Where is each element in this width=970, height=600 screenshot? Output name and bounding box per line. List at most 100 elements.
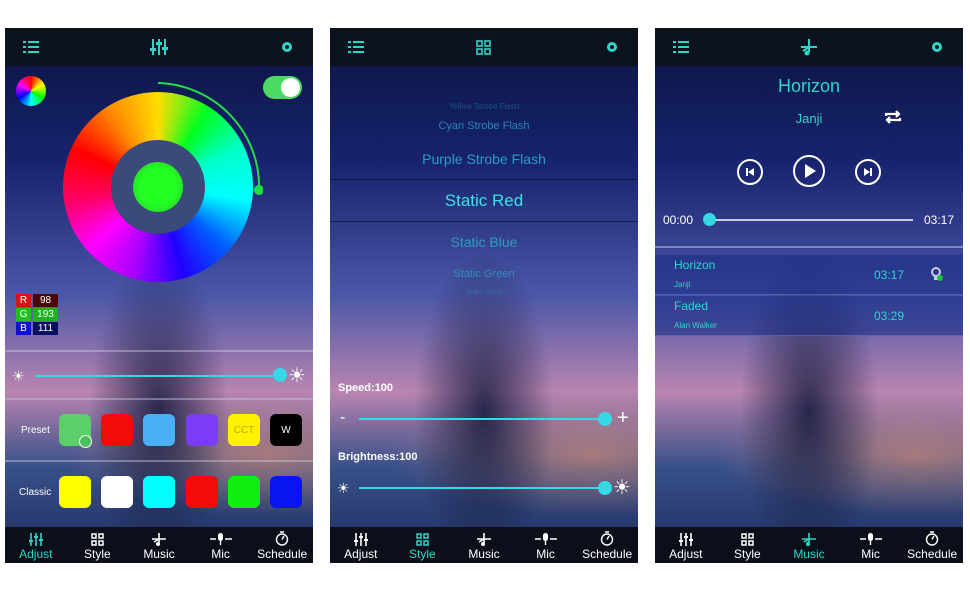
mode-option-selected[interactable]: Static Red — [330, 191, 638, 211]
classic-swatch[interactable] — [228, 476, 260, 508]
sun-large-icon: ☀ — [288, 365, 306, 387]
tab-mic[interactable]: Mic — [515, 527, 577, 563]
mode-option[interactable]: Purple Strobe Flash — [330, 151, 638, 167]
menu-list-icon[interactable] — [348, 41, 364, 53]
preset-swatch[interactable]: CCT — [228, 414, 260, 446]
blue-value: B 111 — [16, 322, 58, 335]
preset-label: Preset — [21, 425, 50, 436]
tab-music[interactable]: Music — [453, 527, 515, 563]
green-value: G 193 — [16, 308, 58, 321]
tab-adjust[interactable]: Adjust — [5, 527, 67, 563]
top-bar — [5, 28, 313, 66]
song-title: Horizon — [777, 76, 841, 96]
grid-icon — [476, 40, 491, 55]
sliders-icon — [353, 533, 368, 546]
menu-list-icon[interactable] — [23, 41, 39, 53]
playlist-item[interactable]: Faded Alan Walker 03:29 — [655, 296, 963, 336]
divider — [5, 398, 313, 400]
speed-plus-button[interactable]: + — [617, 407, 629, 430]
preset-swatch[interactable] — [143, 414, 175, 446]
adjust-screen: R 98 G 193 B 111 ☀ ☀ Preset CCT W Classic Ad… — [5, 28, 313, 563]
sun-small-icon: ☀ — [12, 368, 25, 384]
sliders-icon — [28, 533, 43, 546]
brightness-slider[interactable] — [35, 375, 280, 377]
tab-mic[interactable]: Mic — [190, 527, 252, 563]
tab-schedule[interactable]: Schedule — [901, 527, 963, 563]
microphone-icon — [209, 533, 232, 545]
tab-adjust[interactable]: Adjust — [330, 527, 392, 563]
playlist-item[interactable]: Horizon Janji 03:17 — [655, 255, 963, 295]
classic-swatch[interactable] — [101, 476, 133, 508]
next-button[interactable] — [855, 159, 881, 185]
mode-option[interactable]: Yellow Strobe Flash — [330, 102, 638, 111]
microphone-icon — [859, 533, 882, 545]
sliders-icon — [150, 39, 168, 55]
tab-label: Schedule — [582, 547, 633, 561]
tab-bar: Adjust Style Music Mic Schedule — [5, 527, 313, 563]
tab-label: Mic — [211, 547, 230, 561]
tab-adjust[interactable]: Adjust — [655, 527, 717, 563]
preset-swatch[interactable] — [186, 414, 218, 446]
gear-icon[interactable] — [931, 41, 943, 53]
style-screen: Yellow Strobe Flash Cyan Strobe Flash Pu… — [330, 28, 638, 563]
playlist-item-duration: 03:17 — [874, 268, 905, 282]
playlist-item-title: Horizon — [674, 258, 716, 272]
classic-swatch[interactable] — [143, 476, 175, 508]
divider — [5, 460, 313, 462]
tab-bar: Adjust Style Music Mic Schedule — [655, 527, 963, 563]
tab-label: Mic — [861, 547, 880, 561]
gear-icon[interactable] — [281, 41, 293, 53]
progress-knob[interactable] — [703, 213, 716, 226]
speed-slider-knob[interactable] — [598, 412, 612, 426]
tab-style[interactable]: Style — [67, 527, 129, 563]
mode-option[interactable]: Cyan Strobe Flash — [330, 120, 638, 132]
tab-music[interactable]: Music — [778, 527, 840, 563]
music-note-icon — [801, 39, 817, 56]
tab-label: Style — [84, 547, 111, 561]
tab-style[interactable]: Style — [717, 527, 779, 563]
duration: 03:17 — [924, 213, 955, 227]
tab-music[interactable]: Music — [128, 527, 190, 563]
color-picker-icon[interactable] — [16, 76, 46, 106]
hue-ring[interactable] — [63, 92, 253, 282]
song-artist: Janji — [795, 111, 823, 126]
playlist-item-duration: 03:29 — [874, 309, 905, 323]
tab-style[interactable]: Style — [392, 527, 454, 563]
preset-swatch[interactable] — [59, 414, 92, 448]
brightness-slider-knob[interactable] — [598, 481, 612, 495]
grid-icon — [91, 533, 104, 546]
progress-bar[interactable] — [707, 219, 913, 221]
tab-label: Adjust — [669, 547, 703, 561]
preset-swatch[interactable] — [101, 414, 133, 446]
playlist-item-artist: Janji — [674, 280, 691, 289]
speed-minus-button[interactable]: - — [340, 409, 345, 427]
mode-option[interactable]: Static Green — [330, 268, 638, 280]
classic-swatch[interactable] — [59, 476, 91, 508]
check-icon — [79, 435, 92, 448]
music-note-icon — [801, 533, 816, 546]
tab-label: Adjust — [344, 547, 378, 561]
play-button[interactable] — [793, 155, 825, 187]
sun-large-icon: ☀ — [613, 477, 631, 499]
menu-list-icon[interactable] — [673, 41, 689, 53]
brightness-slider-knob[interactable] — [273, 368, 287, 382]
preset-swatch[interactable]: W — [270, 414, 302, 446]
power-toggle[interactable] — [263, 76, 302, 99]
classic-swatch[interactable] — [270, 476, 302, 508]
tab-mic[interactable]: Mic — [840, 527, 902, 563]
gear-icon[interactable] — [606, 41, 618, 53]
sun-small-icon: ☀ — [337, 480, 350, 496]
tab-schedule[interactable]: Schedule — [251, 527, 313, 563]
mode-option[interactable]: Static Flash — [330, 289, 638, 296]
previous-button[interactable] — [737, 159, 763, 185]
tab-label: Music — [143, 547, 175, 561]
tab-schedule[interactable]: Schedule — [576, 527, 638, 563]
tab-label: Mic — [536, 547, 555, 561]
selected-color-preview — [133, 162, 183, 212]
speed-slider[interactable] — [359, 418, 604, 420]
repeat-icon[interactable] — [883, 108, 903, 126]
brightness-slider[interactable] — [359, 487, 604, 489]
classic-swatch[interactable] — [186, 476, 218, 508]
stopwatch-icon — [925, 531, 939, 546]
mode-option[interactable]: Static Blue — [330, 234, 638, 250]
